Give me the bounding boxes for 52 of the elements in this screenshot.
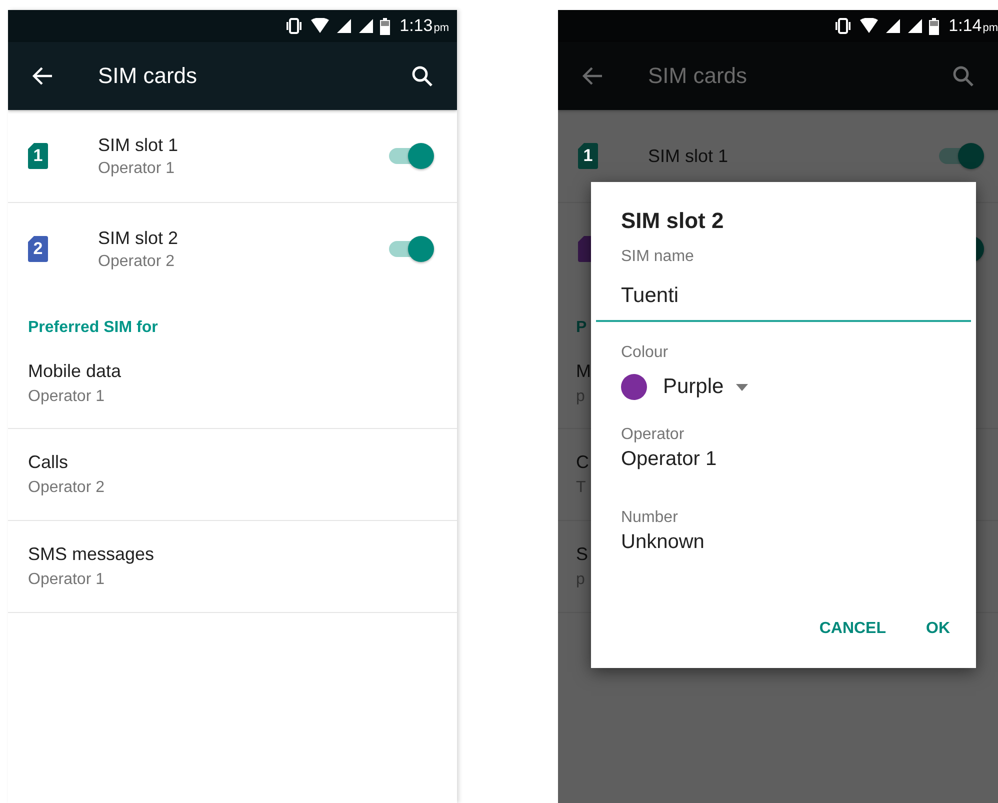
signal-icon	[884, 18, 901, 34]
section-header: Preferred SIM for	[27, 318, 159, 338]
vibrate-icon	[284, 18, 304, 34]
dialog-button[interactable]: CANCEL	[807, 612, 898, 646]
clock-time: 1:14	[948, 16, 982, 36]
sim-card-badge: 1	[28, 143, 48, 169]
dialog-button[interactable]: OK	[914, 612, 962, 646]
sim-name-input[interactable]: Tuenti	[596, 274, 971, 322]
preference-label: C	[576, 452, 589, 473]
preference-label: S	[576, 544, 588, 565]
screen-title: SIM cards	[648, 63, 748, 89]
vibrate-icon	[832, 18, 853, 34]
sim-slot-name: SIM slot 2	[98, 228, 178, 248]
signal-icon	[336, 18, 352, 34]
sim-slot-name: SIM slot 1	[648, 146, 728, 166]
battery-icon	[380, 18, 390, 34]
preference-value: Operator 2	[28, 479, 104, 497]
sim-card-badge: 1	[578, 143, 598, 169]
battery-icon	[928, 18, 939, 34]
search-icon[interactable]	[411, 65, 433, 87]
operator-name: Operator 1	[98, 160, 174, 178]
toggle-switch[interactable]	[387, 142, 435, 170]
clock-meridiem: pm	[982, 22, 998, 34]
clock-time: 1:13	[400, 16, 433, 36]
field-value: Unknown	[621, 531, 706, 554]
field-label: Operator	[621, 426, 686, 444]
preference-value: Operator 1	[28, 571, 104, 589]
wifi-icon	[858, 18, 879, 34]
field-label: Colour	[621, 344, 670, 362]
screen-title: SIM cards	[98, 63, 198, 89]
caret-icon	[736, 384, 748, 390]
preference-label: Mobile data	[28, 361, 122, 382]
toggle-switch[interactable]	[387, 235, 435, 263]
preference-label: SMS messages	[28, 544, 154, 565]
signal-icon	[906, 18, 923, 34]
signal-icon	[358, 18, 374, 34]
colour-dropdown[interactable]: Purple	[621, 374, 946, 400]
preference-label: M	[576, 361, 591, 382]
toggle-switch[interactable]	[937, 142, 985, 170]
sim-slot-name: SIM slot 1	[98, 134, 178, 156]
field-value: Operator 1	[621, 448, 718, 471]
clock-meridiem: pm	[434, 22, 449, 34]
field-label: SIM name	[621, 248, 695, 266]
section-header: P	[575, 318, 588, 338]
preference-value: Operator 1	[28, 388, 104, 406]
operator-name: Operator 2	[98, 252, 174, 270]
field-label: Number	[621, 509, 679, 527]
dialog-title: SIM slot 2	[621, 208, 725, 234]
back-arrow-icon[interactable]	[32, 65, 54, 87]
wifi-icon	[310, 18, 330, 34]
sim-card-badge: 2	[28, 236, 48, 262]
preference-label: Calls	[28, 452, 68, 473]
